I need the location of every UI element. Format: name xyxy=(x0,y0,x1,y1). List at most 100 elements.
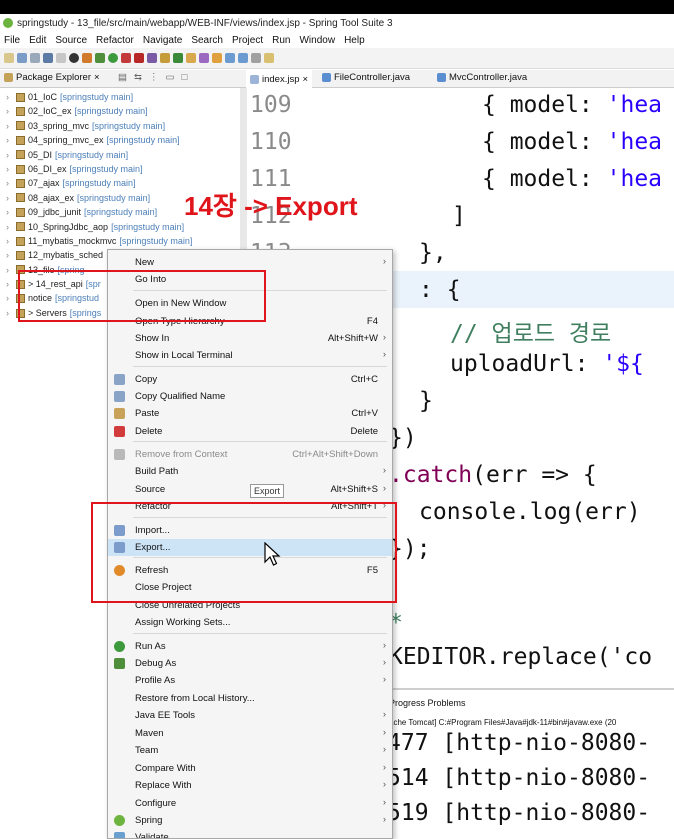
new-package-icon[interactable] xyxy=(160,53,170,63)
menu-item-compare-with[interactable]: Compare With › xyxy=(108,760,392,777)
menu-item-copy-qualified-name[interactable]: Copy Qualified Name xyxy=(108,388,392,405)
menu-navigate[interactable]: Navigate xyxy=(143,35,182,46)
last-edit-icon[interactable] xyxy=(251,53,261,63)
menu-item-label: Remove from Context xyxy=(135,449,228,460)
pin-icon[interactable] xyxy=(264,53,274,63)
menu-run[interactable]: Run xyxy=(272,35,290,46)
expand-chevron-icon[interactable]: › xyxy=(6,104,13,118)
menu-window[interactable]: Window xyxy=(299,35,335,46)
menu-item-label: Run As xyxy=(135,641,166,652)
close-icon[interactable]: × xyxy=(94,72,100,83)
expand-chevron-icon[interactable]: › xyxy=(6,248,13,262)
new-class-icon[interactable] xyxy=(173,53,183,63)
open-type-icon[interactable] xyxy=(186,53,196,63)
menu-search[interactable]: Search xyxy=(191,35,223,46)
menu-source[interactable]: Source xyxy=(55,35,87,46)
expand-chevron-icon[interactable]: › xyxy=(6,119,13,133)
save-all-icon[interactable] xyxy=(30,53,40,63)
menu-item-show-in[interactable]: Show In Alt+Shift+W › xyxy=(108,330,392,347)
expand-chevron-icon[interactable]: › xyxy=(6,162,13,176)
expand-chevron-icon[interactable]: › xyxy=(6,306,13,320)
debug-icon[interactable] xyxy=(95,53,105,63)
menu-edit[interactable]: Edit xyxy=(29,35,46,46)
menu-item-maven[interactable]: Maven › xyxy=(108,725,392,742)
tree-item[interactable]: › 11_mybatis_mockmvc [springstudy main] xyxy=(6,234,192,248)
tree-item[interactable]: › 04_spring_mvc_ex [springstudy main] xyxy=(6,133,192,147)
expand-chevron-icon[interactable]: › xyxy=(6,234,13,248)
menu-item-run-as[interactable]: Run As › xyxy=(108,638,392,655)
menu-item-replace-with[interactable]: Replace With › xyxy=(108,777,392,794)
collapse-all-icon[interactable]: ▤ xyxy=(118,72,127,83)
menu-item-remove-from-context[interactable]: Remove from Context Ctrl+Alt+Shift+Down xyxy=(108,446,392,463)
menu-item-validate[interactable]: Validate xyxy=(108,829,392,838)
server-icon[interactable] xyxy=(134,53,144,63)
menu-bar: File Edit Source Refactor Navigate Searc… xyxy=(0,32,674,48)
tree-item[interactable]: › 02_IoC_ex [springstudy main] xyxy=(6,104,192,118)
view-menu-icon[interactable]: ⋮ xyxy=(149,72,159,83)
tree-item[interactable]: › 09_jdbc_junit [springstudy main] xyxy=(6,205,192,219)
tree-item-tag: [springstudy main] xyxy=(60,92,134,102)
menu-item-team[interactable]: Team › xyxy=(108,742,392,759)
close-icon[interactable]: × xyxy=(303,74,309,85)
menu-item-java-ee-tools[interactable]: Java EE Tools › xyxy=(108,707,392,724)
tab-filecontroller[interactable]: FileController.java xyxy=(322,72,410,83)
maximize-icon[interactable]: □ xyxy=(181,72,187,83)
expand-chevron-icon[interactable]: › xyxy=(6,277,13,291)
forward-icon[interactable] xyxy=(238,53,248,63)
tooltip: Export xyxy=(250,484,285,498)
expand-chevron-icon[interactable]: › xyxy=(6,90,13,104)
skip-breakpoints-icon[interactable] xyxy=(56,53,66,63)
console-tabs[interactable]: Progress Problems xyxy=(389,698,466,708)
expand-chevron-icon[interactable]: › xyxy=(6,220,13,234)
expand-chevron-icon[interactable]: › xyxy=(6,205,13,219)
tab-mvccontroller[interactable]: MvcController.java xyxy=(437,72,527,83)
menu-item-assign-working-sets[interactable]: Assign Working Sets... xyxy=(108,614,392,631)
tree-item[interactable]: › 07_ajax [springstudy main] xyxy=(6,176,192,190)
annotation-icon[interactable] xyxy=(212,53,222,63)
tree-item[interactable]: › 10_SpringJdbc_aop [springstudy main] xyxy=(6,220,192,234)
menu-item-configure[interactable]: Configure › xyxy=(108,795,392,812)
expand-chevron-icon[interactable]: › xyxy=(6,176,13,190)
link-with-editor-icon[interactable]: ⇆ xyxy=(134,72,142,83)
run-icon[interactable] xyxy=(108,53,118,63)
tree-item[interactable]: › 08_ajax_ex [springstudy main] xyxy=(6,191,192,205)
print-icon[interactable] xyxy=(43,53,53,63)
menu-item-delete[interactable]: Delete Delete xyxy=(108,423,392,440)
external-tools-icon[interactable] xyxy=(121,53,131,63)
menu-project[interactable]: Project xyxy=(232,35,263,46)
delete-icon xyxy=(114,426,125,437)
tree-item[interactable]: › 03_spring_mvc [springstudy main] xyxy=(6,119,192,133)
expand-chevron-icon[interactable]: › xyxy=(6,291,13,305)
minimize-icon[interactable]: ▭ xyxy=(165,72,174,83)
highlight-box-export xyxy=(91,502,397,603)
expand-chevron-icon[interactable]: › xyxy=(6,148,13,162)
menu-item-show-in-local-terminal[interactable]: Show in Local Terminal › xyxy=(108,347,392,364)
terminate-icon[interactable] xyxy=(69,53,79,63)
menu-item-restore-from-local-history[interactable]: Restore from Local History... xyxy=(108,690,392,707)
search-icon[interactable] xyxy=(199,53,209,63)
submenu-arrow-icon: › xyxy=(382,709,386,720)
menu-refactor[interactable]: Refactor xyxy=(96,35,134,46)
save-icon[interactable] xyxy=(17,53,27,63)
menu-item-new[interactable]: New › xyxy=(108,254,392,271)
back-icon[interactable] xyxy=(225,53,235,63)
tab-package-explorer[interactable]: Package Explorer × xyxy=(4,72,100,83)
menu-item-profile-as[interactable]: Profile As › xyxy=(108,672,392,689)
expand-chevron-icon[interactable]: › xyxy=(6,133,13,147)
new-java-project-icon[interactable] xyxy=(147,53,157,63)
expand-chevron-icon[interactable]: › xyxy=(6,191,13,205)
tab-index-jsp[interactable]: index.jsp × xyxy=(246,70,313,88)
spring-icon[interactable] xyxy=(82,53,92,63)
tree-item[interactable]: › 01_IoC [springstudy main] xyxy=(6,90,192,104)
tree-item[interactable]: › 05_DI [springstudy main] xyxy=(6,148,192,162)
menu-item-spring[interactable]: Spring › xyxy=(108,812,392,829)
menu-item-paste[interactable]: Paste Ctrl+V xyxy=(108,405,392,422)
new-icon[interactable] xyxy=(4,53,14,63)
menu-help[interactable]: Help xyxy=(344,35,365,46)
menu-item-copy[interactable]: Copy Ctrl+C xyxy=(108,371,392,388)
tree-item[interactable]: › 06_DI_ex [springstudy main] xyxy=(6,162,192,176)
menu-file[interactable]: File xyxy=(4,35,20,46)
expand-chevron-icon[interactable]: › xyxy=(6,263,13,277)
menu-item-build-path[interactable]: Build Path › xyxy=(108,463,392,480)
menu-item-debug-as[interactable]: Debug As › xyxy=(108,655,392,672)
